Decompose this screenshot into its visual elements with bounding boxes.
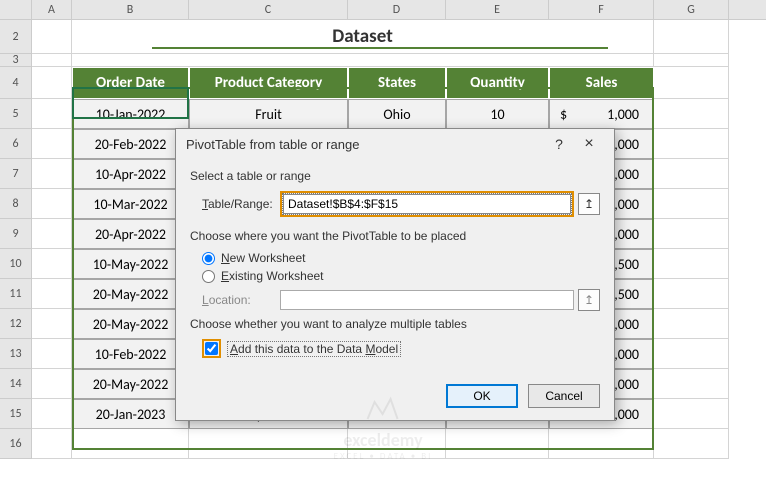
close-button[interactable]: × <box>574 135 604 153</box>
row-header[interactable]: 15 <box>0 399 32 429</box>
dialog-titlebar[interactable]: PivotTable from table or range ? × <box>176 129 614 159</box>
data-model-checkbox[interactable] <box>205 342 218 355</box>
col-header-c[interactable]: C <box>189 0 348 19</box>
section-multiple-tables: Choose whether you want to analyze multi… <box>190 317 600 331</box>
row-3: 3 <box>0 54 766 67</box>
row-header-3[interactable]: 3 <box>0 54 32 67</box>
header-states[interactable]: States <box>348 67 446 99</box>
dialog-body: Select a table or range Table/Range: ↥ C… <box>176 159 614 374</box>
column-headers-row: A B C D E F G <box>0 0 766 20</box>
collapse-dialog-button[interactable]: ↥ <box>578 193 600 215</box>
radio-new-worksheet[interactable] <box>202 252 215 265</box>
location-label: Location: <box>202 293 280 307</box>
row-header[interactable]: 8 <box>0 189 32 219</box>
cell-order-date[interactable]: 20-May-2022 <box>72 309 189 339</box>
row-header-16[interactable]: 16 <box>0 429 32 459</box>
cancel-button[interactable]: Cancel <box>528 384 600 408</box>
cell-order-date[interactable]: 20-May-2022 <box>72 279 189 309</box>
cell-order-date[interactable]: 10-Mar-2022 <box>72 189 189 219</box>
collapse-icon: ↥ <box>584 197 594 211</box>
cell-order-date[interactable]: 10-Jan-2022 <box>72 99 189 129</box>
row-header[interactable]: 7 <box>0 159 32 189</box>
col-header-e[interactable]: E <box>446 0 549 19</box>
row-header-4[interactable]: 4 <box>0 67 32 99</box>
cell-order-date[interactable]: 10-May-2022 <box>72 249 189 279</box>
row-2: 2 Dataset <box>0 20 766 54</box>
cell-order-date[interactable]: 20-Jan-2023 <box>72 399 189 429</box>
table-range-field: Table/Range: ↥ <box>202 191 600 217</box>
data-model-label[interactable]: Add this data to the Data Model <box>227 341 401 357</box>
select-all-corner[interactable] <box>0 0 32 19</box>
title-cell[interactable]: Dataset <box>72 20 654 54</box>
table-range-input[interactable] <box>283 194 571 214</box>
cell-product-category[interactable]: Fruit <box>189 99 348 129</box>
col-header-g[interactable]: G <box>654 0 729 19</box>
page-title: Dataset <box>332 25 393 48</box>
table-row: 5 10-Jan-2022FruitOhio10$1,000 <box>0 99 766 129</box>
cell-order-date[interactable]: 10-Apr-2022 <box>72 159 189 189</box>
col-header-b[interactable]: B <box>72 0 189 19</box>
pivottable-dialog: PivotTable from table or range ? × Selec… <box>175 128 615 421</box>
dialog-buttons: OK Cancel <box>176 374 614 420</box>
collapse-icon: ↥ <box>584 293 594 307</box>
cell-order-date[interactable]: 20-May-2022 <box>72 369 189 399</box>
row-header[interactable]: 12 <box>0 309 32 339</box>
cell-order-date[interactable]: 20-Apr-2022 <box>72 219 189 249</box>
section-select-range: Select a table or range <box>190 169 600 183</box>
row-header[interactable]: 6 <box>0 129 32 159</box>
cell-g2[interactable] <box>654 20 729 54</box>
location-input <box>280 290 574 310</box>
cell-a2[interactable] <box>32 20 72 54</box>
cell-order-date[interactable]: 20-Feb-2022 <box>72 129 189 159</box>
location-collapse-button[interactable]: ↥ <box>578 289 600 311</box>
header-sales[interactable]: Sales <box>549 67 654 99</box>
row-header[interactable]: 14 <box>0 369 32 399</box>
cell-states[interactable]: Ohio <box>348 99 446 129</box>
row-header[interactable]: 9 <box>0 219 32 249</box>
row-header[interactable]: 13 <box>0 339 32 369</box>
cell-quantity[interactable]: 10 <box>446 99 549 129</box>
row-4: 4 Order Date Product Category States Qua… <box>0 67 766 99</box>
row-header-2[interactable]: 2 <box>0 20 32 54</box>
data-model-row: Add this data to the Data Model <box>202 339 600 358</box>
checkbox-highlight <box>202 339 221 358</box>
row-header[interactable]: 5 <box>0 99 32 129</box>
col-header-f[interactable]: F <box>549 0 654 19</box>
dialog-title: PivotTable from table or range <box>186 137 544 152</box>
row-header[interactable]: 11 <box>0 279 32 309</box>
help-button[interactable]: ? <box>544 136 574 152</box>
section-placement: Choose where you want the PivotTable to … <box>190 229 600 243</box>
col-header-d[interactable]: D <box>348 0 446 19</box>
table-range-label: Table/Range: <box>202 197 280 211</box>
ok-button[interactable]: OK <box>446 384 518 408</box>
radio-new-worksheet-row: New Worksheet <box>202 251 600 265</box>
cell-sales[interactable]: $1,000 <box>549 99 654 129</box>
header-product-category[interactable]: Product Category <box>189 67 348 99</box>
title-underline <box>152 47 608 49</box>
table-range-highlight <box>280 191 574 217</box>
radio-new-worksheet-label[interactable]: New Worksheet <box>221 251 305 265</box>
radio-existing-worksheet-row: Existing Worksheet <box>202 269 600 283</box>
row-header[interactable]: 10 <box>0 249 32 279</box>
radio-existing-worksheet[interactable] <box>202 270 215 283</box>
location-row: Location: ↥ <box>202 289 600 311</box>
col-header-a[interactable]: A <box>32 0 72 19</box>
cell-order-date[interactable]: 10-Feb-2022 <box>72 339 189 369</box>
header-quantity[interactable]: Quantity <box>446 67 549 99</box>
radio-existing-worksheet-label[interactable]: Existing Worksheet <box>221 269 324 283</box>
header-order-date[interactable]: Order Date <box>72 67 189 99</box>
row-16: 16 <box>0 429 766 459</box>
